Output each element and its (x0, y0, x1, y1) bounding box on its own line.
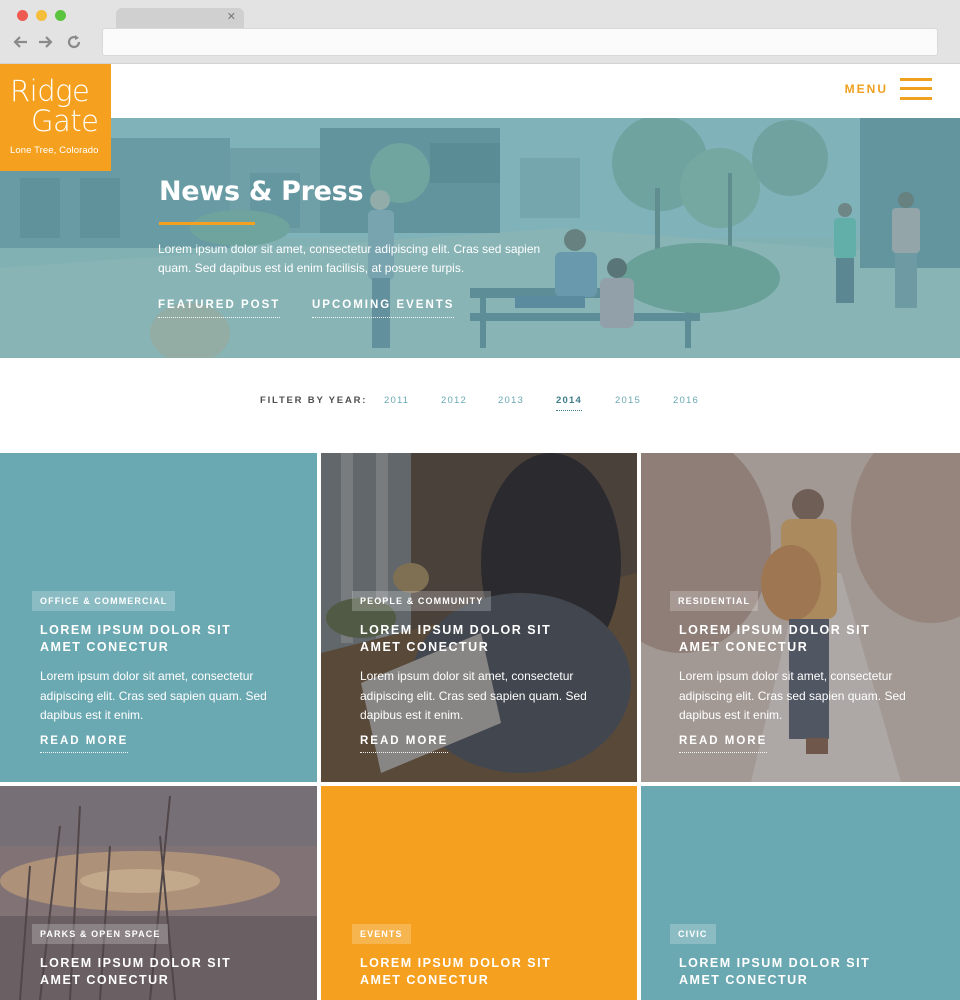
year-2011[interactable]: 2011 (384, 395, 409, 406)
year-2015[interactable]: 2015 (615, 395, 641, 406)
logo-location: Lone Tree, Colorado (10, 145, 99, 156)
article-title: LOREM IPSUM DOLOR SIT AMET CONECTUR (679, 622, 919, 656)
back-arrow-icon[interactable] (11, 32, 29, 52)
minimize-window-button[interactable] (36, 10, 47, 21)
article-title-line-1: LOREM IPSUM DOLOR SIT (360, 623, 552, 637)
read-more-link[interactable]: READ MORE (679, 735, 768, 753)
forward-arrow-icon[interactable] (37, 32, 55, 52)
upcoming-events-link[interactable]: UPCOMING EVENTS (312, 299, 455, 318)
read-more-link[interactable]: READ MORE (360, 735, 449, 753)
article-title-line-2: AMET CONECTUR (40, 973, 170, 987)
category-badge[interactable]: PEOPLE & COMMUNITY (352, 591, 492, 611)
category-badge[interactable]: EVENTS (352, 924, 411, 944)
category-badge[interactable]: CIVIC (670, 924, 716, 944)
year-2012[interactable]: 2012 (441, 395, 467, 406)
hero-description: Lorem ipsum dolor sit amet, consectetur … (158, 242, 541, 275)
article-title-line-1: LOREM IPSUM DOLOR SIT (40, 956, 232, 970)
article-card-events[interactable]: EVENTS LOREM IPSUM DOLOR SIT AMET CONECT… (321, 786, 637, 1000)
page-title: News & Press (159, 176, 364, 207)
article-card-residential[interactable]: RESIDENTIAL LOREM IPSUM DOLOR SIT AMET C… (641, 453, 960, 782)
tile-dark-overlay (641, 453, 960, 782)
featured-post-link[interactable]: FEATURED POST (158, 299, 281, 318)
article-card-people-community[interactable]: PEOPLE & COMMUNITY LOREM IPSUM DOLOR SIT… (321, 453, 637, 782)
hero-banner: News & Press Lorem ipsum dolor sit amet,… (0, 118, 960, 358)
article-title-line-2: AMET CONECTUR (679, 973, 809, 987)
article-title: LOREM IPSUM DOLOR SIT AMET CONECTUR (360, 955, 600, 989)
article-title: LOREM IPSUM DOLOR SIT AMET CONECTUR (360, 622, 600, 656)
tile-dark-overlay (321, 453, 637, 782)
logo-word-ridge: Ridge (10, 74, 90, 108)
article-title-line-1: LOREM IPSUM DOLOR SIT (679, 623, 871, 637)
browser-tab[interactable]: ✕ (116, 8, 244, 30)
category-badge[interactable]: PARKS & OPEN SPACE (32, 924, 169, 944)
article-card-office-commercial[interactable]: OFFICE & COMMERCIAL LOREM IPSUM DOLOR SI… (0, 453, 317, 782)
year-2014[interactable]: 2014 (556, 395, 582, 411)
article-title-line-1: LOREM IPSUM DOLOR SIT (360, 956, 552, 970)
article-card-civic[interactable]: CIVIC LOREM IPSUM DOLOR SIT AMET CONECTU… (641, 786, 960, 1000)
article-title-line-2: AMET CONECTUR (40, 640, 170, 654)
filter-label: FILTER BY YEAR: (260, 395, 368, 406)
menu-label: MENU (844, 82, 888, 96)
article-card-parks-open-space[interactable]: PARKS & OPEN SPACE LOREM IPSUM DOLOR SIT… (0, 786, 317, 1000)
year-filter: FILTER BY YEAR: 2011 2012 2013 2014 2015… (0, 392, 960, 412)
article-title: LOREM IPSUM DOLOR SIT AMET CONECTUR (40, 622, 280, 656)
year-2013[interactable]: 2013 (498, 395, 524, 406)
article-title-line-1: LOREM IPSUM DOLOR SIT (679, 956, 871, 970)
ridgegate-logo[interactable]: Ridge Gate Lone Tree, Colorado (0, 64, 111, 171)
article-excerpt: Lorem ipsum dolor sit amet, consectetur … (679, 669, 906, 722)
article-title-line-1: LOREM IPSUM DOLOR SIT (40, 623, 232, 637)
article-title: LOREM IPSUM DOLOR SIT AMET CONECTUR (40, 955, 280, 989)
browser-chrome: ✕ (0, 0, 960, 64)
year-2016[interactable]: 2016 (673, 395, 699, 406)
article-title-line-2: AMET CONECTUR (360, 973, 490, 987)
maximize-window-button[interactable] (55, 10, 66, 21)
article-excerpt: Lorem ipsum dolor sit amet, consectetur … (360, 669, 587, 722)
menu-button[interactable]: MENU (845, 77, 932, 101)
close-window-button[interactable] (17, 10, 28, 21)
logo-word-gate: Gate (31, 104, 99, 138)
article-title-line-2: AMET CONECTUR (360, 640, 490, 654)
article-excerpt: Lorem ipsum dolor sit amet, consectetur … (40, 669, 267, 722)
article-title: LOREM IPSUM DOLOR SIT AMET CONECTUR (679, 955, 919, 989)
category-badge[interactable]: OFFICE & COMMERCIAL (32, 591, 176, 611)
read-more-link[interactable]: READ MORE (40, 735, 129, 753)
title-underline (159, 222, 255, 225)
article-title-line-2: AMET CONECTUR (679, 640, 809, 654)
site-header (0, 64, 960, 118)
hero-tint-overlay (0, 118, 960, 358)
reload-icon[interactable] (65, 32, 83, 52)
tab-close-icon[interactable]: ✕ (227, 10, 236, 23)
address-bar[interactable] (102, 28, 938, 56)
category-badge[interactable]: RESIDENTIAL (670, 591, 759, 611)
hamburger-icon (900, 77, 932, 101)
